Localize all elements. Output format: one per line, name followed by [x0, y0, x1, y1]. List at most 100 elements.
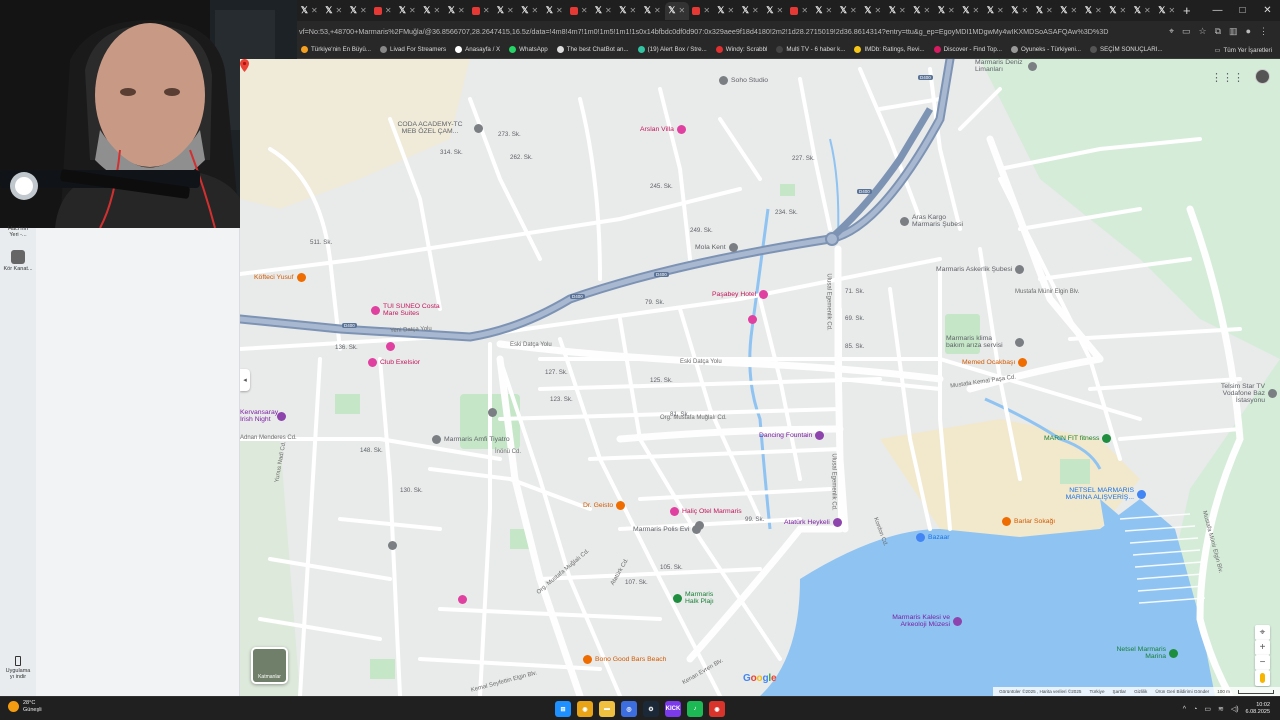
poi-klima-servisi[interactable]: Marmaris klima bakım arıza servisi: [946, 335, 1027, 349]
poi-coda-academy[interactable]: CODA ACADEMY-TC MEB ÖZEL ÇAM...: [390, 121, 486, 135]
browser-tab[interactable]: 𝕏 ✕: [836, 2, 861, 20]
tab-close-icon[interactable]: ✕: [997, 6, 1004, 15]
browser-tab[interactable]: 𝕏 ✕: [493, 2, 518, 20]
tab-close-icon[interactable]: ✕: [1022, 6, 1029, 15]
bookmark-item[interactable]: Anasayfa / X: [455, 46, 500, 53]
scale-label[interactable]: 100 m: [1217, 689, 1230, 694]
my-location-button[interactable]: ⌖: [1255, 625, 1270, 640]
desktop-icon-kor-kanat[interactable]: Kör Kanat...: [3, 250, 33, 272]
poi-bazaar[interactable]: Bazaar: [916, 533, 950, 542]
poi-marin-fitness[interactable]: MARIN FIT fitness: [1044, 434, 1114, 443]
browser-tab[interactable]: 𝕏 ✕: [1106, 2, 1131, 20]
collapse-panel-button[interactable]: ◂: [240, 369, 250, 391]
poi-dancing-fountain[interactable]: Dancing Fountain: [759, 431, 827, 440]
poi-memed-ocakbasi[interactable]: Memed Ocakbaşı: [962, 358, 1030, 367]
poi-deniz-limanlari[interactable]: Marmaris Deniz Limanları: [975, 59, 1040, 73]
poi-telsim[interactable]: Telsim Star TV Vodafone Baz İstasyonu: [1210, 383, 1280, 404]
monitor-icon[interactable]: ▭: [1204, 705, 1211, 713]
tab-close-icon[interactable]: ✕: [1046, 6, 1053, 15]
zoom-in-button[interactable]: +: [1255, 640, 1270, 655]
browser-tab[interactable]: 𝕏 ✕: [640, 2, 665, 20]
tab-close-icon[interactable]: ✕: [507, 6, 514, 15]
browser-tab[interactable]: 𝕏 ✕: [1155, 2, 1180, 20]
browser-tab[interactable]: 𝕏 ✕: [1081, 2, 1106, 20]
poi-mola-kent[interactable]: Mola Kent: [695, 243, 741, 252]
browser-tab[interactable]: 𝕏 ✕: [714, 2, 739, 20]
poi-barlar-sokagi[interactable]: Barlar Sokağı: [1002, 517, 1055, 526]
poi-askerlik[interactable]: Marmaris Askerlik Şubesi: [936, 265, 1027, 274]
tab-close-icon[interactable]: ✕: [1120, 6, 1127, 15]
poi-bono-beach[interactable]: Bono Good Bars Beach: [583, 655, 666, 664]
tab-close-icon[interactable]: ✕: [777, 6, 784, 15]
tab-close-icon[interactable]: ✕: [924, 6, 931, 15]
all-bookmarks-folder[interactable]: ▭ Tüm Yer İşaretleri: [1215, 41, 1272, 59]
browser-tab[interactable]: 𝕏 ✕: [616, 2, 641, 20]
poi-place-unnamed-2[interactable]: [695, 521, 707, 530]
account-avatar[interactable]: [1255, 69, 1270, 84]
tab-close-icon[interactable]: ✕: [556, 6, 563, 15]
poi-park-pin[interactable]: [488, 408, 500, 417]
bookmark-item[interactable]: WhatsApp: [509, 46, 548, 53]
tray-chevron-icon[interactable]: ^: [1183, 706, 1186, 713]
browser-tab[interactable]: 𝕏 ✕: [934, 2, 959, 20]
poi-arslan-villa[interactable]: Arslan Villa: [640, 125, 689, 134]
files-icon[interactable]: ▬: [599, 701, 615, 717]
location-icon[interactable]: ⌖: [1169, 26, 1174, 37]
browser-tab[interactable]: 𝕏 ✕: [444, 2, 469, 20]
poi-club-exelsior[interactable]: Club Exelsior: [368, 358, 420, 367]
tab-close-icon[interactable]: ✕: [385, 6, 392, 15]
tab-close-icon[interactable]: ✕: [948, 6, 955, 15]
new-tab-button[interactable]: +: [1183, 3, 1191, 18]
poi-marmaris-kalesi[interactable]: Marmaris Kalesi ve Arkeoloji Müzesi: [884, 614, 965, 628]
tab-close-icon[interactable]: ✕: [728, 6, 735, 15]
poi-netsel-marina[interactable]: Netsel Marmaris Marina: [1116, 646, 1181, 660]
browser-tab[interactable]: 𝕏 ✕: [1032, 2, 1057, 20]
minimize-button[interactable]: —: [1205, 0, 1230, 21]
google-apps-icon[interactable]: ⋮⋮⋮: [1211, 71, 1244, 84]
tab-close-icon[interactable]: ✕: [630, 6, 637, 15]
poi-soho-studio[interactable]: Soho Studio: [719, 76, 768, 85]
tab-close-icon[interactable]: ✕: [1071, 6, 1078, 15]
profile-icon[interactable]: ●: [1246, 26, 1251, 37]
tab-close-icon[interactable]: ✕: [752, 6, 759, 15]
start-icon[interactable]: ⊞: [555, 701, 571, 717]
browser-tab[interactable]: 𝕏 ✕: [346, 2, 371, 20]
browser-tab[interactable]: 𝕏 ✕: [322, 2, 347, 20]
browser-tab[interactable]: 𝕏 ✕: [297, 2, 322, 20]
tab-close-icon[interactable]: ✕: [654, 6, 661, 15]
browser-tab[interactable]: 𝕏 ✕: [1057, 2, 1082, 20]
country-link[interactable]: Türkiye: [1089, 689, 1104, 694]
tab-close-icon[interactable]: ✕: [483, 6, 490, 15]
browser-tab[interactable]: ✕: [689, 2, 714, 20]
steam-icon[interactable]: ⚙: [643, 701, 659, 717]
poi-halic-otel[interactable]: Haliç Otel Marmaris: [670, 507, 742, 516]
bookmark-item[interactable]: Multi TV - 6 haber k...: [776, 46, 845, 53]
poi-aras-kargo[interactable]: Aras Kargo Marmaris Şubesi: [900, 214, 972, 228]
poi-hotel-unnamed[interactable]: [748, 315, 760, 324]
chrome-icon[interactable]: ◉: [577, 701, 593, 717]
tab-close-icon[interactable]: ✕: [458, 6, 465, 15]
browser-tab[interactable]: 𝕏 ✕: [420, 2, 445, 20]
tab-close-icon[interactable]: ✕: [581, 6, 588, 15]
layers-button[interactable]: Katmanlar: [251, 647, 288, 684]
poi-place-unnamed[interactable]: [388, 541, 400, 550]
tab-close-icon[interactable]: ✕: [409, 6, 416, 15]
poi-netsel-alisveris[interactable]: NETSEL MARMARIS MARINA ALIŞVERİŞ...: [1056, 487, 1149, 501]
browser-tab[interactable]: 𝕏 ✕: [885, 2, 910, 20]
desktop-icon-haci[interactable]: Hacı'nın Yeri -...: [3, 226, 33, 238]
bookmark-item[interactable]: (19) Alert Box / Stre...: [637, 46, 707, 53]
chrome2-icon[interactable]: ◉: [709, 701, 725, 717]
poi-pasabey-hotel[interactable]: Paşabey Hotel: [712, 290, 771, 299]
tab-close-icon[interactable]: ✕: [532, 6, 539, 15]
tab-close-icon[interactable]: ✕: [336, 6, 343, 15]
browser-tab[interactable]: 𝕏 ✕: [1008, 2, 1033, 20]
extensions-icon[interactable]: ⧉: [1215, 26, 1221, 37]
tab-close-icon[interactable]: ✕: [850, 6, 857, 15]
tab-close-icon[interactable]: ✕: [899, 6, 906, 15]
sidebar-icon[interactable]: ▥: [1229, 26, 1238, 37]
poi-kofteci-yusuf[interactable]: Köfteci Yusuf: [254, 273, 309, 282]
browser-tab[interactable]: 𝕏 ✕: [861, 2, 886, 20]
browser-tab[interactable]: 𝕏 ✕: [812, 2, 837, 20]
tab-close-icon[interactable]: ✕: [973, 6, 980, 15]
browser-tab[interactable]: 𝕏 ✕: [763, 2, 788, 20]
